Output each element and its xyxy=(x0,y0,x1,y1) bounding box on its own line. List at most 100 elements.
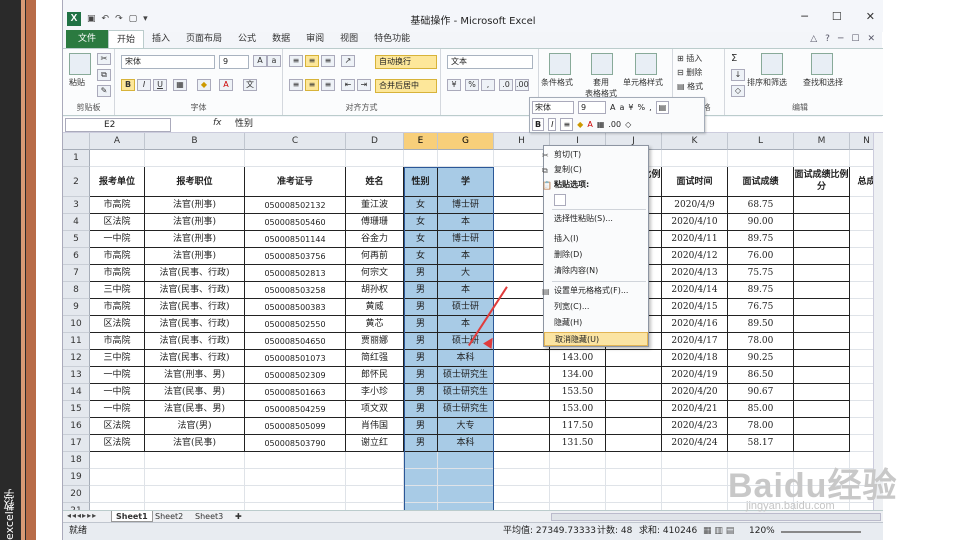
cell[interactable]: 90.67 xyxy=(728,384,794,401)
cell[interactable] xyxy=(606,452,662,469)
tab-special[interactable]: 特色功能 xyxy=(366,30,418,48)
zoom-slider[interactable] xyxy=(781,531,861,533)
mini-decimal-icon[interactable]: .00 xyxy=(608,120,621,129)
paste-clipboard-icon[interactable] xyxy=(554,194,566,206)
cell[interactable] xyxy=(794,333,850,350)
context-menu-paste-clipboard[interactable] xyxy=(544,194,648,208)
cell[interactable] xyxy=(346,503,404,510)
cell-styles-button[interactable]: 单元格样式 xyxy=(623,77,663,88)
cell[interactable] xyxy=(850,316,873,333)
cell[interactable] xyxy=(494,197,550,214)
cell[interactable] xyxy=(606,384,662,401)
cell[interactable] xyxy=(346,150,404,167)
row-header-1[interactable]: 1 xyxy=(63,150,90,167)
table-header-cell[interactable]: 性别 xyxy=(404,167,438,197)
row-header-4[interactable]: 4 xyxy=(63,214,90,231)
row-header-8[interactable]: 8 xyxy=(63,282,90,299)
cell[interactable]: 市高院 xyxy=(90,248,145,265)
cell[interactable] xyxy=(606,435,662,452)
cell[interactable]: 050008502132 xyxy=(245,197,346,214)
cell[interactable]: 2020/4/11 xyxy=(662,231,728,248)
tab-formulas[interactable]: 公式 xyxy=(230,30,264,48)
cell[interactable]: 董江波 xyxy=(346,197,404,214)
cell[interactable]: 一中院 xyxy=(90,401,145,418)
find-select-icon[interactable] xyxy=(811,53,833,75)
align-center-icon[interactable]: ≡ xyxy=(305,79,319,91)
cell[interactable] xyxy=(494,469,550,486)
cell[interactable] xyxy=(850,248,873,265)
table-header-cell[interactable]: 报考单位 xyxy=(90,167,145,197)
cell[interactable]: 李小珍 xyxy=(346,384,404,401)
cell[interactable]: 050008502309 xyxy=(245,367,346,384)
cell[interactable] xyxy=(794,150,850,167)
table-header-cell[interactable]: 面试成绩比例分 xyxy=(794,167,850,197)
cell[interactable] xyxy=(662,486,728,503)
cell[interactable]: 硕士研究生 xyxy=(438,367,494,384)
cell[interactable]: 女 xyxy=(404,231,438,248)
cell[interactable]: 大 xyxy=(438,265,494,282)
doc-minimize-icon[interactable]: ─ xyxy=(838,30,843,48)
conditional-format-button[interactable]: 条件格式 xyxy=(541,77,573,88)
spreadsheet-grid[interactable]: ABCDEGHIJKLMN12报考单位报考职位准考证号姓名性别学绩笔试成绩比例分… xyxy=(63,133,873,510)
cell[interactable] xyxy=(794,418,850,435)
mini-comma-icon[interactable]: , xyxy=(649,103,652,112)
row-header-16[interactable]: 16 xyxy=(63,418,90,435)
tab-page-layout[interactable]: 页面布局 xyxy=(178,30,230,48)
cell[interactable] xyxy=(850,333,873,350)
cell[interactable]: 050008500383 xyxy=(245,299,346,316)
row-header-18[interactable]: 18 xyxy=(63,452,90,469)
cell[interactable]: 男 xyxy=(404,418,438,435)
cell[interactable]: 项文双 xyxy=(346,401,404,418)
cell[interactable]: 黄威 xyxy=(346,299,404,316)
new-sheet-icon[interactable]: ✚ xyxy=(231,511,246,522)
mini-shrink-icon[interactable]: a xyxy=(619,103,624,112)
cell[interactable]: 2020/4/13 xyxy=(662,265,728,282)
cell[interactable]: 本 xyxy=(438,214,494,231)
cell[interactable]: 75.75 xyxy=(728,265,794,282)
cell[interactable] xyxy=(494,486,550,503)
cell[interactable]: 郎怀民 xyxy=(346,367,404,384)
cell[interactable] xyxy=(245,486,346,503)
align-bottom-icon[interactable]: ≡ xyxy=(321,55,335,67)
cell[interactable]: 153.00 xyxy=(550,401,606,418)
cell[interactable]: 区法院 xyxy=(90,214,145,231)
cell[interactable] xyxy=(550,486,606,503)
mini-borders-icon[interactable]: ▦ xyxy=(597,120,605,129)
cell[interactable]: 谷金力 xyxy=(346,231,404,248)
number-format-select[interactable]: 文本 xyxy=(447,55,533,69)
align-top-icon[interactable]: ≡ xyxy=(289,55,303,67)
cell[interactable]: 三中院 xyxy=(90,282,145,299)
cell[interactable]: 2020/4/24 xyxy=(662,435,728,452)
cell[interactable]: 男 xyxy=(404,367,438,384)
cell[interactable]: 博士研 xyxy=(438,197,494,214)
cell[interactable]: 117.50 xyxy=(550,418,606,435)
close-button[interactable]: ✕ xyxy=(866,10,875,23)
cell[interactable]: 谢立红 xyxy=(346,435,404,452)
row-header-21[interactable]: 21 xyxy=(63,503,90,510)
cut-icon[interactable]: ✂ xyxy=(97,53,111,65)
cell[interactable] xyxy=(494,503,550,510)
cell[interactable]: 区法院 xyxy=(90,418,145,435)
cell[interactable]: 050008502550 xyxy=(245,316,346,333)
cell[interactable]: 女 xyxy=(404,197,438,214)
cell[interactable]: 市高院 xyxy=(90,265,145,282)
cell[interactable] xyxy=(494,401,550,418)
select-all-corner[interactable] xyxy=(63,133,90,150)
cell[interactable] xyxy=(794,214,850,231)
column-header-d[interactable]: D xyxy=(346,133,404,150)
doc-restore-icon[interactable]: ☐ xyxy=(851,30,859,48)
align-middle-icon[interactable]: ≡ xyxy=(305,55,319,67)
cell[interactable] xyxy=(438,452,494,469)
minimize-button[interactable]: ─ xyxy=(801,10,808,23)
cell[interactable]: 89.50 xyxy=(728,316,794,333)
cell[interactable]: 法官(男) xyxy=(145,418,245,435)
cell[interactable] xyxy=(404,503,438,510)
cell[interactable]: 2020/4/20 xyxy=(662,384,728,401)
column-header-n[interactable]: N xyxy=(850,133,873,150)
mini-font-color-icon[interactable]: A xyxy=(587,120,592,129)
cell[interactable] xyxy=(145,503,245,510)
cell[interactable] xyxy=(662,150,728,167)
cell[interactable] xyxy=(245,452,346,469)
cell[interactable] xyxy=(494,367,550,384)
shrink-font-icon[interactable]: a xyxy=(267,55,281,67)
